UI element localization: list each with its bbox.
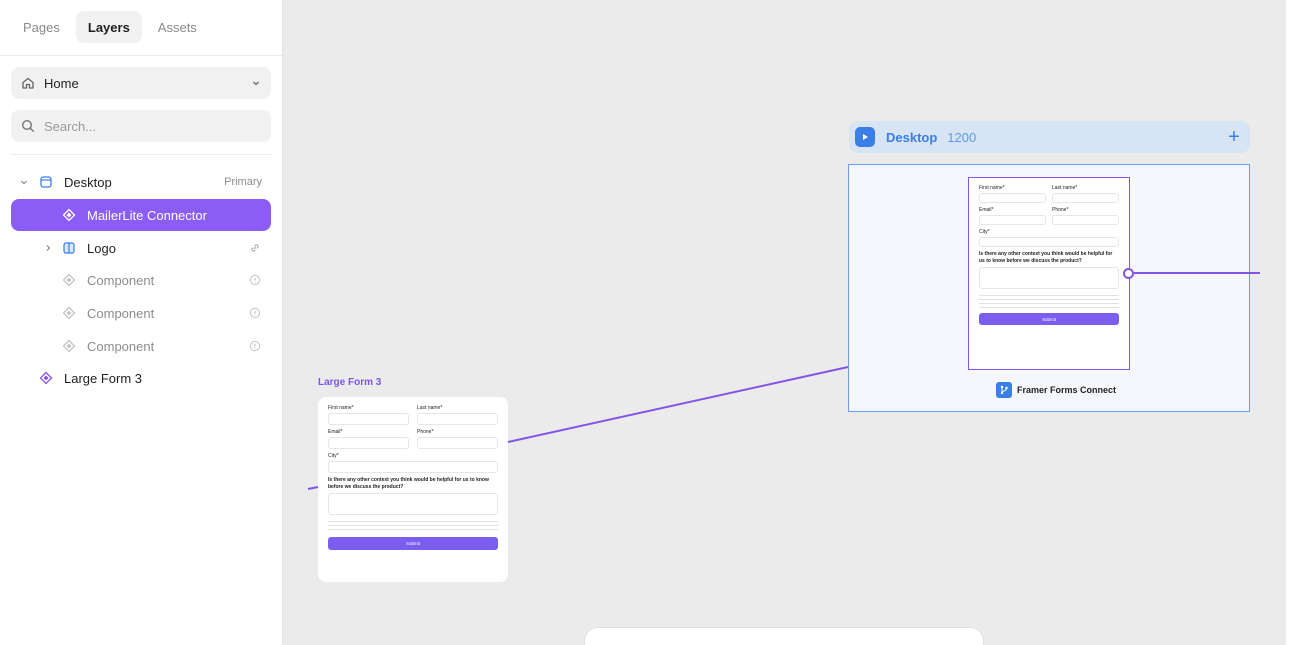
chevron-down-icon [251, 78, 261, 88]
phone-label: Phone* [1052, 207, 1069, 213]
layer-name: MailerLite Connector [87, 207, 207, 223]
layer-name: Large Form 3 [64, 370, 143, 386]
first-name-field[interactable] [328, 413, 409, 425]
component-icon [61, 305, 77, 321]
phone-label: Phone* [417, 429, 434, 435]
component-icon [61, 272, 77, 288]
tab-layers[interactable]: Layers [75, 11, 142, 43]
breakpoint-width: 1200 [947, 129, 977, 145]
layer-logo[interactable]: Logo [11, 232, 271, 264]
left-sidebar: Pages Layers Assets Home Desktop Primary [0, 0, 283, 645]
city-field[interactable] [328, 461, 498, 473]
question-label: Is there any other context you think wou… [979, 251, 1113, 264]
email-field[interactable] [328, 437, 409, 449]
message-field[interactable] [979, 267, 1119, 289]
framer-forms-brand: Framer Forms Connect [996, 382, 1116, 398]
home-icon [21, 76, 35, 90]
component-icon [38, 370, 54, 386]
layer-large-form-3[interactable]: Large Form 3 [11, 362, 271, 394]
layer-name: Component [87, 272, 155, 288]
primary-badge: Primary [224, 176, 262, 188]
layer-name: Component [87, 338, 155, 354]
mailerlite-connector-form[interactable]: First name* Last name* Email* Phone* Cit… [968, 177, 1130, 370]
city-label: City* [328, 453, 339, 459]
add-breakpoint-icon[interactable]: + [1224, 127, 1244, 147]
canvas-right-edge [1286, 0, 1290, 645]
search-icon [21, 119, 35, 133]
chevron-right-icon[interactable] [41, 244, 55, 252]
email-field[interactable] [979, 215, 1046, 225]
layer-mailerlite-connector[interactable]: MailerLite Connector [11, 199, 271, 231]
email-label: Email* [328, 429, 343, 435]
sidebar-divider [11, 154, 271, 155]
question-label: Is there any other context you think wou… [328, 477, 489, 490]
phone-field[interactable] [1052, 215, 1119, 225]
large-form-3[interactable]: First name* Last name* Email* Phone* Cit… [318, 397, 508, 582]
city-label: City* [979, 229, 990, 235]
layer-name: Desktop [64, 174, 112, 190]
submit-button[interactable]: Submit [328, 537, 498, 550]
component-icon [61, 207, 77, 223]
last-name-field[interactable] [1052, 193, 1119, 203]
large-form-title[interactable]: Large Form 3 [318, 377, 381, 388]
submit-button[interactable]: Submit [979, 313, 1119, 325]
first-name-label: First name* [328, 405, 354, 411]
layers-search [11, 110, 271, 142]
play-icon[interactable] [855, 127, 875, 147]
last-name-field[interactable] [417, 413, 498, 425]
layer-component[interactable]: Component [11, 330, 271, 362]
breakpoint-title: Desktop [886, 129, 938, 145]
layer-desktop[interactable]: Desktop Primary [11, 166, 271, 198]
info-icon [248, 273, 262, 287]
branch-icon [996, 382, 1012, 398]
layer-component[interactable]: Component [11, 297, 271, 329]
last-name-label: Last name* [1052, 185, 1078, 191]
email-label: Email* [979, 207, 994, 213]
tab-assets[interactable]: Assets [146, 11, 209, 43]
first-name-field[interactable] [979, 193, 1046, 203]
layer-name: Logo [87, 240, 116, 256]
message-field[interactable] [328, 493, 498, 515]
sidebar-tabs: Pages Layers Assets [0, 0, 282, 56]
breakpoint-header[interactable]: Desktop 1200 + [849, 121, 1250, 153]
page-selector-label: Home [44, 75, 79, 91]
page-selector[interactable]: Home [11, 67, 271, 99]
layer-name: Component [87, 305, 155, 321]
component-icon [61, 338, 77, 354]
last-name-label: Last name* [417, 405, 443, 411]
city-field[interactable] [979, 237, 1119, 247]
search-input[interactable] [44, 118, 244, 134]
phone-field[interactable] [417, 437, 498, 449]
first-name-label: First name* [979, 185, 1005, 191]
brand-name: Framer Forms Connect [1017, 385, 1117, 395]
link-icon [248, 241, 262, 255]
chevron-down-icon[interactable] [17, 178, 31, 186]
privacy-text-placeholder [979, 293, 1119, 309]
info-icon [248, 339, 262, 353]
connection-handle[interactable] [1123, 268, 1134, 279]
layer-component[interactable]: Component [11, 264, 271, 296]
info-icon [248, 306, 262, 320]
bottom-toolbar[interactable] [584, 627, 984, 645]
privacy-text-placeholder [328, 519, 498, 533]
breakpoint-icon [38, 174, 54, 190]
tab-pages[interactable]: Pages [11, 11, 72, 43]
frame-icon [61, 240, 77, 256]
